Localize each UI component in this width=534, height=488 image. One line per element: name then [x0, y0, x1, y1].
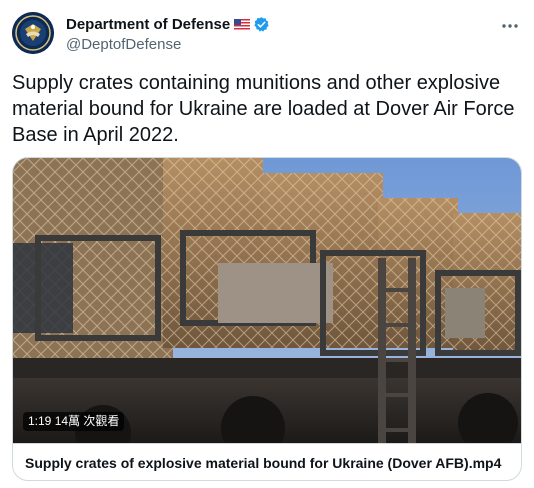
- display-name[interactable]: Department of Defense: [66, 16, 230, 33]
- media-caption[interactable]: Supply crates of explosive material boun…: [13, 443, 521, 480]
- tweet-header: Department of Defense @DeptofDefense: [66, 14, 486, 54]
- verified-badge-icon: [254, 16, 269, 32]
- media-card[interactable]: 1:19 14萬 次觀看 Supply crates of explosive …: [12, 157, 522, 481]
- tweet: Department of Defense @DeptofDefense Sup…: [0, 0, 534, 488]
- department-of-defense-seal-icon: [12, 12, 54, 54]
- video-player[interactable]: 1:19 14萬 次觀看: [13, 158, 521, 443]
- handle[interactable]: @DeptofDefense: [66, 36, 486, 53]
- us-flag-icon: [234, 18, 251, 30]
- video-frame: [13, 158, 521, 443]
- more-horizontal-icon[interactable]: [500, 16, 520, 36]
- video-duration: 1:19: [28, 414, 52, 428]
- name-row: Department of Defense: [66, 14, 486, 34]
- avatar[interactable]: [12, 12, 54, 54]
- video-views: 14萬 次觀看: [54, 414, 120, 428]
- tweet-text: Supply crates containing munitions and o…: [12, 72, 515, 146]
- video-duration-badge: 1:19 14萬 次觀看: [23, 412, 125, 431]
